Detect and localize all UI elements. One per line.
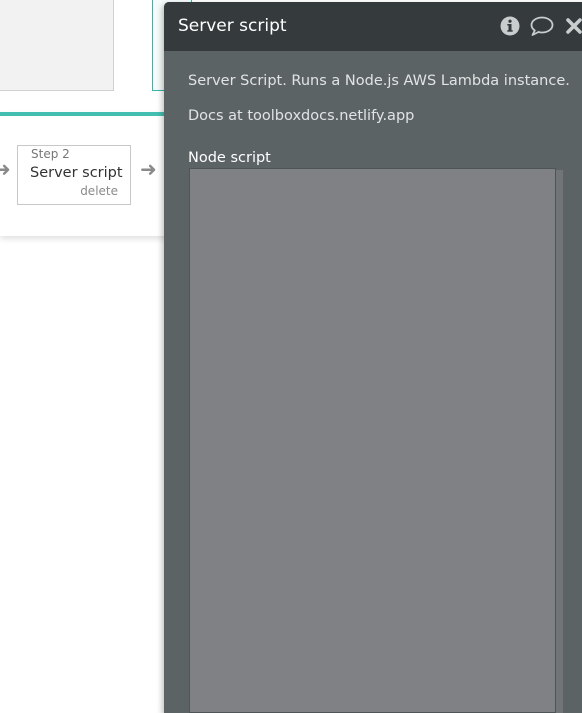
info-icon[interactable] xyxy=(500,16,520,40)
step-title: Server script xyxy=(30,165,123,181)
arrow-right-icon: ➜ xyxy=(140,157,157,181)
workflow-canvas-element xyxy=(0,0,114,91)
node-script-label: Node script xyxy=(188,150,271,166)
panel-description: Server Script. Runs a Node.js AWS Lambda… xyxy=(188,73,570,89)
comment-icon[interactable] xyxy=(530,16,554,40)
docs-text: Docs at toolboxdocs.netlify.app xyxy=(188,108,415,124)
property-editor-panel: Server script Server Script. Runs a Node… xyxy=(164,2,582,713)
workflow-step-card[interactable]: Step 2 Server script delete xyxy=(17,145,131,205)
arrow-right-icon: ➜ xyxy=(0,157,11,181)
step-delete-link[interactable]: delete xyxy=(80,184,118,198)
panel-title: Server script xyxy=(178,16,287,36)
editor-scrollbar[interactable] xyxy=(556,170,563,713)
panel-header: Server script xyxy=(164,2,582,51)
close-icon[interactable] xyxy=(565,16,582,40)
step-number: Step 2 xyxy=(31,147,70,161)
node-script-editor[interactable] xyxy=(189,168,556,713)
